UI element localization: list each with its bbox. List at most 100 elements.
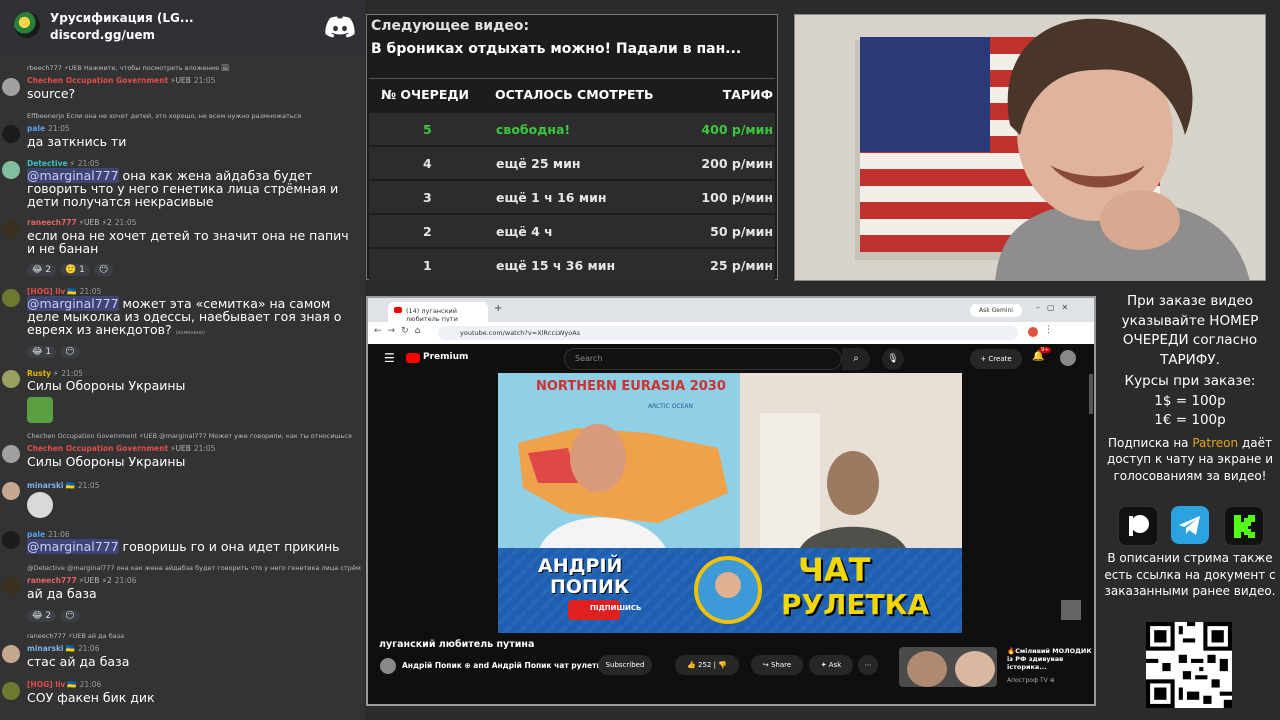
author-name[interactable]: pale xyxy=(27,530,45,539)
queue-number: 5 xyxy=(423,122,432,137)
reaction[interactable]: 😂 2 xyxy=(27,610,57,622)
reaction[interactable]: 😶 xyxy=(93,264,114,276)
kick-glyph xyxy=(1234,515,1255,538)
nav-buttons-icon[interactable]: ←→↻⌂ xyxy=(374,326,426,336)
timestamp: 21:06 xyxy=(114,576,137,585)
col-header-queue: № ОЧЕРЕДИ xyxy=(381,87,469,102)
scrollbar[interactable] xyxy=(1089,374,1093,414)
role-tag: ⚡UEB xyxy=(170,76,191,85)
message-text: @marginal777 может эта «семитка» на само… xyxy=(27,296,357,340)
author-name[interactable]: minarski xyxy=(27,481,64,490)
author-name[interactable]: pale xyxy=(27,124,45,133)
share-button[interactable]: ↪ Share xyxy=(751,655,803,675)
role-tag: ⚡UEB ⚡2 xyxy=(78,576,112,585)
reaction[interactable]: 😶 xyxy=(60,346,80,358)
patreon-icon[interactable] xyxy=(1118,506,1158,546)
youtube-logo-icon[interactable] xyxy=(406,353,420,363)
timestamp: 21:05 xyxy=(193,76,216,85)
author-name[interactable]: [HOG] liv xyxy=(27,287,65,296)
author-name[interactable]: Rusty xyxy=(27,369,51,378)
menu-dots-icon[interactable]: ⋮ xyxy=(1044,325,1053,335)
ask-gemini-button[interactable]: Ask Gemini xyxy=(970,304,1022,317)
author-name[interactable]: minarski xyxy=(27,644,64,653)
banner-subscribe: ПІДПИШИСЬ xyxy=(590,604,642,612)
channel-name[interactable]: Андрій Попик ⊕ and Андрій Попик чат руле… xyxy=(402,661,607,670)
price: 200 р/мин xyxy=(701,156,773,171)
avatar xyxy=(2,78,20,96)
more-actions-icon[interactable]: ⋯ xyxy=(858,655,878,675)
time-remaining: свободна! xyxy=(496,122,571,137)
account-avatar[interactable] xyxy=(1060,350,1076,366)
author-name[interactable]: [HOG] liv xyxy=(27,680,65,689)
author-name[interactable]: raneech777 xyxy=(27,218,77,227)
table-row: 1 ещё 15 ч 36 мин 25 р/мин xyxy=(369,249,775,281)
time-remaining: ещё 25 мин xyxy=(496,156,581,171)
message-meta: minarski 🇺🇦 21:06 xyxy=(27,644,99,653)
message-text: Силы Обороны Украины xyxy=(27,378,186,393)
like-dislike-button[interactable]: 👍 252 | 👎 xyxy=(675,655,739,675)
video-player[interactable]: NORTHERN EURASIA 2030 ARCTIC OCEAN АНДРІ… xyxy=(498,373,962,633)
video-queue-panel: Следующее видео: В брониках отдыхать мож… xyxy=(366,14,778,281)
author-name[interactable]: raneech777 xyxy=(27,576,77,585)
avatar xyxy=(2,289,20,307)
server-invite-link[interactable]: discord.gg/uem xyxy=(50,28,155,42)
timestamp: 21:05 xyxy=(79,287,102,296)
profile-avatar[interactable] xyxy=(1028,327,1038,337)
kick-icon[interactable] xyxy=(1224,506,1264,546)
channel-avatar[interactable] xyxy=(380,658,396,674)
qr-code[interactable] xyxy=(1146,622,1232,708)
server-name: Урусификация (LG... xyxy=(50,11,194,25)
price: 100 р/мин xyxy=(701,190,773,205)
reaction[interactable]: 😂 2 xyxy=(27,264,57,276)
patreon-glyph xyxy=(1129,515,1149,536)
url-field[interactable]: youtube.com/watch?v=XlRccLWyoAs xyxy=(438,326,1018,340)
recommended-video[interactable]: 🔥Сміливий МОЛОДИК із РФ здивував історик… xyxy=(883,644,1093,688)
author-name[interactable]: Detective xyxy=(27,159,68,168)
time-remaining: ещё 15 ч 36 мин xyxy=(496,258,616,273)
create-label: Create xyxy=(988,355,1012,363)
ask-button[interactable]: ✦ Ask xyxy=(809,655,853,675)
role-tag: 🇺🇦 xyxy=(65,644,75,653)
author-name[interactable]: Chechen Occupation Government xyxy=(27,76,168,85)
subscribed-button[interactable]: Subscribed xyxy=(598,655,652,675)
telegram-icon[interactable] xyxy=(1171,506,1209,544)
like-count: 252 xyxy=(698,661,712,669)
window-controls-icon[interactable]: –▢✕ xyxy=(1036,303,1075,312)
mini-thumbnail[interactable] xyxy=(1061,600,1081,620)
new-tab-icon[interactable]: + xyxy=(494,303,502,314)
ask-label: Ask xyxy=(828,661,842,669)
reaction[interactable]: 😶 xyxy=(60,610,80,622)
col-header-price: ТАРИФ xyxy=(722,87,773,102)
server-icon xyxy=(14,12,40,38)
message-text: стас ай да база xyxy=(27,654,130,669)
reaction[interactable]: 😂 1 xyxy=(27,346,57,358)
timestamp: 21:05 xyxy=(193,444,216,453)
user-mention[interactable]: @marginal777 xyxy=(27,539,119,554)
reply-preview[interactable]: rbeech777 ⚡UEB Нажмите, чтобы посмотреть… xyxy=(27,64,365,72)
share-icon: ↪ xyxy=(762,661,771,669)
reply-preview[interactable]: @Detective @marginal777 она как жена айд… xyxy=(27,564,365,572)
timestamp: 21:05 xyxy=(77,159,100,168)
thumbs-down-icon: | 👎 xyxy=(711,661,727,669)
reply-preview[interactable]: raneech777 ⚡UEB ай да база xyxy=(27,632,365,640)
avatar xyxy=(2,682,20,700)
create-button[interactable]: + Create xyxy=(970,349,1022,369)
message-text: если она не хочет детей то значит она не… xyxy=(27,228,349,256)
hamburger-menu-icon[interactable]: ☰ xyxy=(384,351,395,365)
search-icon[interactable]: ⌕ xyxy=(842,348,870,370)
youtube-premium-logo[interactable]: Premium xyxy=(423,352,468,362)
message-meta: Rusty ⚡ 21:05 xyxy=(27,369,83,378)
reaction[interactable]: 🙂 1 xyxy=(60,264,90,276)
search-input[interactable]: Search xyxy=(564,348,842,370)
banner-roulette-text: РУЛЕТКА xyxy=(781,588,930,621)
message-meta: pale 21:06 xyxy=(27,530,70,539)
reply-preview[interactable]: Chechen Occupation Government ⚡UEB @marg… xyxy=(27,432,365,440)
video-map-ocean: ARCTIC OCEAN xyxy=(648,403,693,410)
message-text: СОУ факен бик дик xyxy=(27,690,155,705)
author-name[interactable]: Chechen Occupation Government xyxy=(27,444,168,453)
microphone-icon[interactable]: 🎙 xyxy=(882,348,904,370)
reply-preview[interactable]: Effbeenerjo Если она не хочет детей, это… xyxy=(27,112,365,120)
patreon-link[interactable]: Patreon xyxy=(1192,436,1238,450)
trollface-sticker xyxy=(27,492,53,518)
browser-tab[interactable]: (14) луганский любитель пути xyxy=(388,302,488,323)
